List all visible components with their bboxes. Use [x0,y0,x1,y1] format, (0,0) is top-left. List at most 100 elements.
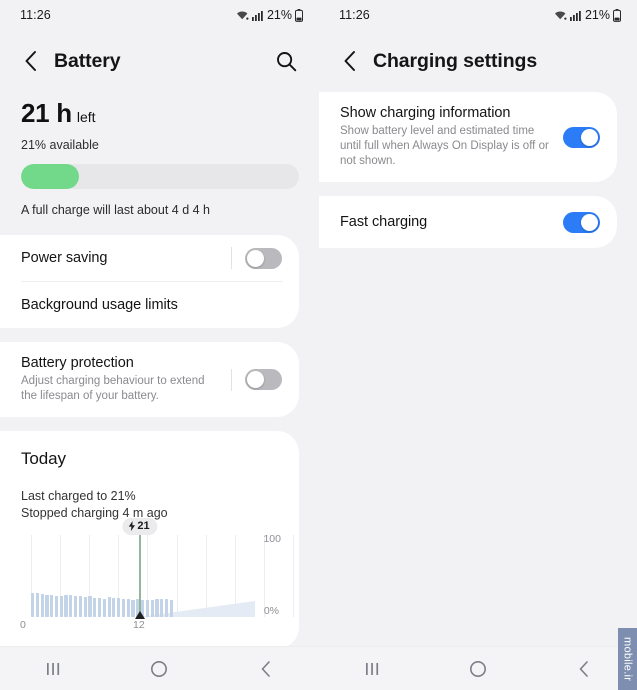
title-bar-battery: Battery [0,30,319,92]
status-clock: 11:26 [339,8,370,22]
home-button[interactable] [131,651,187,687]
watermark-text: mobile.ir [621,636,634,682]
chevron-left-icon [344,51,355,71]
chart-bar [74,595,78,617]
time-left-line: 21 h left [21,98,299,129]
status-battery-percent: 21% [584,8,610,22]
recents-icon [366,662,379,675]
fast-charging-card: Fast charging [319,196,617,248]
row-battery-protection[interactable]: Battery protection Adjust charging behav… [0,342,299,417]
back-button[interactable] [333,44,367,78]
chart-bar [54,595,59,617]
page-title: Charging settings [373,49,538,72]
home-circle-icon [151,660,168,677]
chart-bar [169,600,173,617]
chart-bar [102,598,106,617]
full-charge-note: A full charge will last about 4 d 4 h [21,203,211,217]
battery-icon [295,8,303,22]
row-title: Show charging information [340,105,511,121]
last-charged-line: Last charged to 21% [21,489,136,503]
status-indicators: 21% [554,8,621,22]
battery-progress-bar [21,164,299,189]
status-bar-left: 11:26 21% [0,0,319,30]
chart-bar [117,598,121,617]
watermark: mobile.ir [618,628,637,690]
row-subtitle: Show battery level and estimated time un… [340,125,549,167]
chart-bar [155,599,159,617]
status-bar-right: 11:26 21% [319,0,637,30]
home-circle-icon [470,660,486,677]
battery-protection-card: Battery protection Adjust charging behav… [0,342,299,417]
row-show-charging-information[interactable]: Show charging information Show battery l… [319,92,617,182]
recents-button[interactable] [344,651,400,687]
power-saving-text: Power saving [21,237,231,279]
battery-usage-chart[interactable]: 21 0 12 100 0% [0,518,299,633]
battery-summary: 21 h left 21% available A full charge wi… [0,92,319,217]
today-title: Today [21,449,66,468]
settings-card: Power saving Background usage limits [0,235,299,328]
show-charging-information-card: Show charging information Show battery l… [319,92,617,182]
chart-bar [150,599,154,617]
battery-protection-toggle[interactable] [245,369,282,390]
row-fast-charging[interactable]: Fast charging [319,196,617,248]
wifi-icon [236,10,249,21]
x-axis-label-0: 0 [20,619,26,631]
toggle-divider [231,247,232,269]
chart-plot-area: 21 [21,518,294,619]
row-power-saving[interactable]: Power saving [0,235,299,281]
show-charging-information-toggle[interactable] [563,126,600,148]
toggle-divider [231,368,232,391]
battery-screen: 11:26 21% Battery 21 h left 21% availabl… [0,0,319,690]
today-lines: Last charged to 21% Stopped charging 4 m… [0,488,299,522]
chart-bar [160,598,164,617]
chevron-left-icon [25,51,36,71]
chart-bar [126,599,130,617]
row-title: Background usage limits [21,297,178,313]
chart-bar [45,594,49,617]
wifi-icon [554,10,567,21]
fast-charging-toggle[interactable] [563,211,600,233]
chart-bars [31,535,173,617]
nav-bar-right [319,646,637,690]
signal-bars-icon [251,10,263,21]
y-axis-label-bottom: 0% [263,605,279,617]
chart-bar [88,595,92,617]
title-bar-charging: Charging settings [319,30,637,92]
chart-bar [83,596,87,617]
battery-content: 21 h left 21% available A full charge wi… [0,92,319,646]
row-title: Battery protection [21,355,134,371]
background-usage-text: Background usage limits [21,284,299,326]
power-saving-toggle[interactable] [245,247,282,269]
percent-available: 21% available [21,138,99,152]
back-button[interactable] [14,44,48,78]
chart-bar [145,600,149,617]
page-title: Battery [54,49,121,72]
nav-back-button[interactable] [556,651,612,687]
bolt-icon [128,521,135,531]
battery-icon [613,8,621,22]
chart-bar [93,597,97,617]
chart-bar [112,597,116,617]
nav-back-button[interactable] [238,651,294,687]
row-title: Power saving [21,250,108,266]
toggle-knob [247,249,264,267]
power-saving-toggle-wrap [231,247,299,269]
toggle-knob [247,371,264,388]
status-battery-percent: 21% [266,8,292,22]
chart-marker-pointer [135,611,146,619]
row-title: Fast charging [340,214,428,230]
chart-bar [97,598,102,617]
nav-back-icon [261,660,270,677]
row-background-usage-limits[interactable]: Background usage limits [0,282,299,328]
chart-bar [64,594,68,617]
recents-button[interactable] [25,651,81,687]
search-icon [276,51,296,71]
search-button[interactable] [271,46,301,76]
home-button[interactable] [450,651,506,687]
chart-bar [78,596,82,617]
status-clock: 11:26 [20,8,51,22]
summary-spacer [0,217,319,235]
y-axis-label-top: 100 [263,533,281,545]
chart-bar [69,595,73,617]
time-left-value: 21 h [21,98,72,128]
